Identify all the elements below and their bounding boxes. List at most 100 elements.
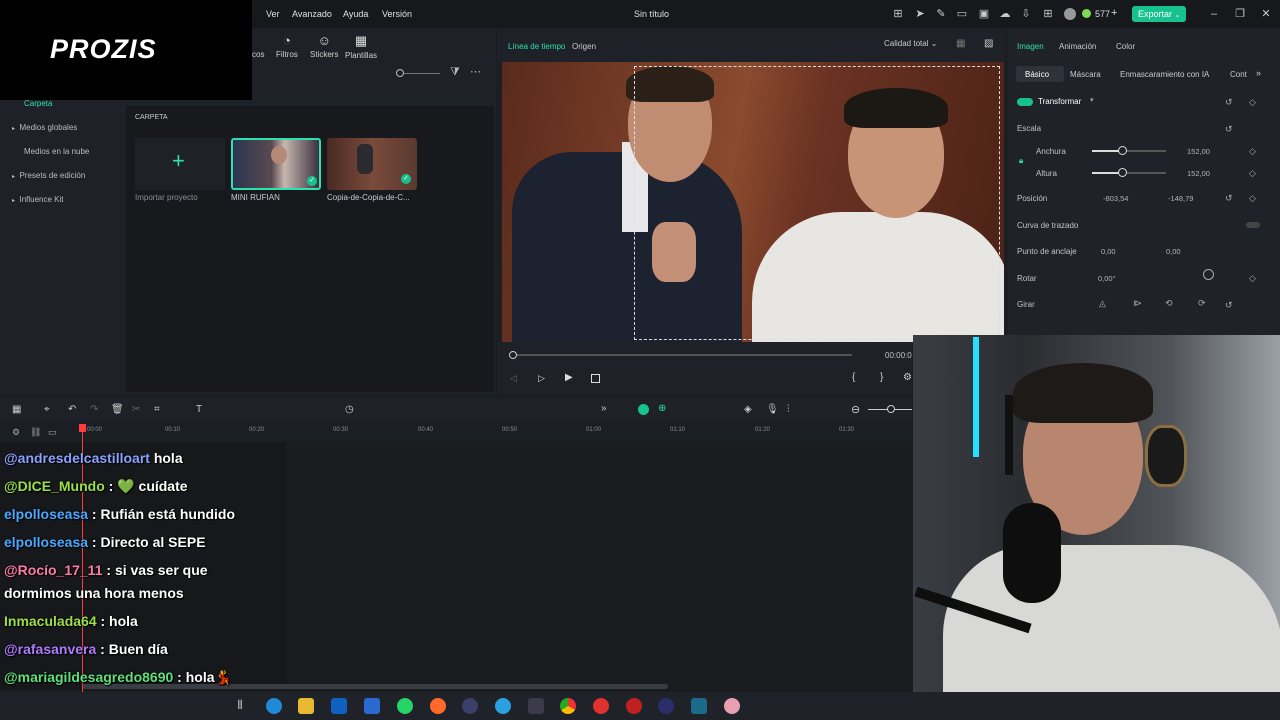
reset-icon[interactable]: ↺ [1225, 193, 1233, 204]
position-y[interactable]: -148,79 [1168, 194, 1193, 203]
minimize-icon[interactable]: – [1208, 8, 1220, 20]
reset-icon[interactable]: ↺ [1225, 124, 1233, 135]
width-value[interactable]: 152,00 [1187, 147, 1210, 156]
task-view-icon[interactable]: ⫴ [232, 698, 248, 714]
chrome-icon[interactable] [560, 698, 576, 714]
grid-icon[interactable]: ▦ [12, 404, 21, 415]
redo-icon[interactable]: ↷ [90, 404, 98, 415]
subtab-basico[interactable]: Básico [1025, 70, 1049, 79]
menu-version[interactable]: Versión [382, 9, 412, 19]
apps-icon[interactable]: ⊞ [1042, 8, 1054, 20]
stop-icon[interactable] [591, 374, 600, 383]
ai-tool-icon[interactable] [638, 404, 649, 415]
scrub-handle[interactable] [509, 351, 517, 359]
anchor-y[interactable]: 0,00 [1166, 247, 1181, 256]
rotate-dial[interactable] [1203, 269, 1214, 280]
rotate-right-icon[interactable]: ⟳ [1198, 298, 1206, 309]
tab-imagen[interactable]: Imagen [1017, 42, 1044, 51]
transform-toggle[interactable] [1017, 98, 1033, 106]
curve-toggle[interactable] [1246, 222, 1260, 228]
keyframe-icon[interactable]: ◇ [1249, 273, 1256, 284]
scrub-bar[interactable] [512, 354, 852, 356]
quality-select[interactable]: Calidad total ⌄ [884, 39, 937, 48]
grid-icon[interactable]: ▦ [956, 38, 965, 49]
app-icon[interactable] [724, 698, 740, 714]
mic-icon[interactable]: 🎙︎ [766, 404, 779, 415]
height-value[interactable]: 152,00 [1187, 169, 1210, 178]
position-x[interactable]: -803,54 [1103, 194, 1128, 203]
prev-frame-icon[interactable]: ◁ [510, 373, 517, 384]
marker-icon[interactable]: ◈ [744, 404, 752, 415]
track-settings-icon[interactable]: ⚙ [12, 427, 20, 438]
timeline-zoom-handle[interactable] [887, 405, 895, 413]
height-slider[interactable] [1092, 172, 1166, 174]
timer-icon[interactable]: ◷ [345, 404, 354, 415]
outlook-icon[interactable] [331, 698, 347, 714]
snapshot-icon[interactable]: ▨ [984, 38, 993, 49]
cloud-icon[interactable]: ☁ [999, 8, 1011, 20]
explorer-icon[interactable] [298, 698, 314, 714]
save-icon[interactable]: ▣ [978, 8, 990, 20]
subtab-mascara[interactable]: Máscara [1070, 70, 1101, 79]
keyframe-icon[interactable]: ◇ [1249, 193, 1256, 204]
flip-vertical-icon[interactable]: ⧐ [1133, 298, 1142, 309]
media-thumb-copia[interactable]: ✓ [327, 138, 417, 190]
rotate-value[interactable]: 0,00° [1098, 274, 1116, 283]
more-icon[interactable]: ⋯ [470, 65, 481, 78]
timeline-ruler[interactable] [0, 422, 912, 442]
gift-icon[interactable]: ⊞ [892, 8, 904, 20]
edge-icon[interactable] [266, 698, 282, 714]
play-icon[interactable]: ▶ [565, 372, 573, 383]
close-icon[interactable]: ✕ [1260, 8, 1272, 20]
monitor-icon[interactable]: ▭ [956, 8, 968, 20]
zoom-slider-handle[interactable] [396, 69, 404, 77]
text-icon[interactable]: T [196, 404, 202, 415]
lock-icon[interactable]: 🔒︎ [1019, 156, 1023, 166]
keyframe-icon[interactable]: ◇ [1249, 146, 1256, 157]
sidebar-item-presets[interactable]: ▸ Presets de edición [12, 171, 85, 180]
app-icon[interactable] [528, 698, 544, 714]
app-icon[interactable] [462, 698, 478, 714]
tab-origen[interactable]: Origen [572, 42, 596, 51]
step-play-icon[interactable]: ▷ [538, 373, 545, 384]
video-preview[interactable] [502, 62, 1004, 342]
tool-stickers[interactable]: ☺ Stickers [310, 33, 338, 59]
subtab-ia[interactable]: Enmascaramiento con IA [1120, 70, 1209, 79]
app-icon[interactable] [593, 698, 609, 714]
split-icon[interactable]: ✂ [132, 404, 140, 415]
zoom-slider[interactable] [400, 73, 440, 74]
firefox-icon[interactable] [430, 698, 446, 714]
subtab-cont[interactable]: Cont [1230, 70, 1247, 79]
telegram-icon[interactable] [495, 698, 511, 714]
sidebar-item-influence[interactable]: ▸ Influence Kit [12, 195, 64, 204]
menu-ayuda[interactable]: Ayuda [343, 9, 368, 19]
mark-in-icon[interactable]: { [852, 372, 855, 383]
avatar[interactable] [1064, 8, 1076, 20]
import-project-tile[interactable]: + [135, 138, 225, 190]
sidebar-item-medios-globales[interactable]: ▸ Medios globales [12, 123, 77, 132]
reset-icon[interactable]: ↺ [1225, 97, 1233, 108]
mixer-icon[interactable]: ⫶ [787, 404, 790, 415]
feedback-icon[interactable]: ✎ [935, 8, 947, 20]
reset-icon[interactable]: ↺ [1225, 300, 1233, 311]
width-slider[interactable] [1092, 150, 1166, 152]
filter-icon[interactable]: ⧩ [450, 66, 460, 79]
delete-icon[interactable]: 🗑︎ [111, 404, 124, 415]
snap-icon[interactable]: ⊕ [658, 403, 666, 414]
chevron-right-icon[interactable]: » [1256, 68, 1261, 78]
tab-animacion[interactable]: Animación [1059, 42, 1096, 51]
keyframe-icon[interactable]: ◇ [1249, 168, 1256, 179]
anchor-x[interactable]: 0,00 [1101, 247, 1116, 256]
select-tool-icon[interactable]: ⌖ [44, 404, 50, 415]
tab-color[interactable]: Color [1116, 42, 1135, 51]
filmora-icon[interactable] [691, 698, 707, 714]
rotate-left-icon[interactable]: ⟲ [1165, 298, 1173, 309]
whatsapp-icon[interactable] [397, 698, 413, 714]
chevron-down-icon[interactable]: ▾ [1090, 96, 1094, 104]
height-slider-handle[interactable] [1117, 168, 1127, 177]
sidebar-item-carpeta[interactable]: Carpeta [24, 99, 52, 108]
add-credits-icon[interactable]: + [1111, 7, 1117, 19]
export-button[interactable]: Exportar ⌄ [1132, 6, 1186, 22]
crop-icon[interactable]: ⌗ [154, 404, 160, 415]
playhead-handle[interactable] [79, 424, 86, 432]
